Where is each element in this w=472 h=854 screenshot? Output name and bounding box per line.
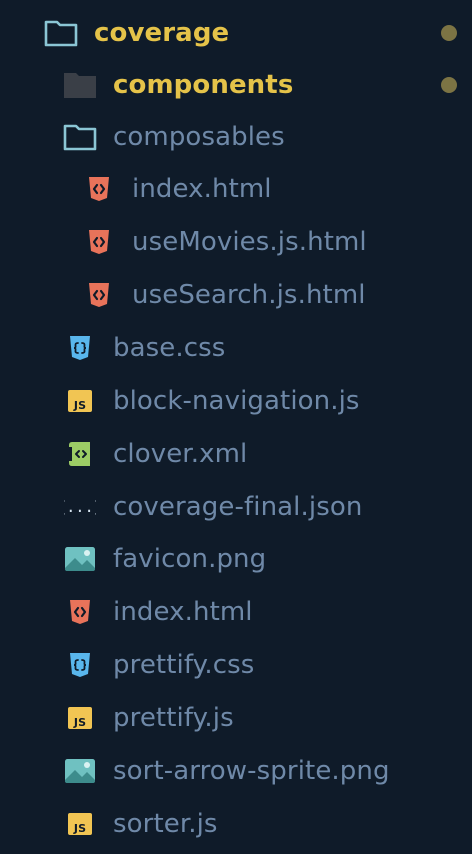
css-file-icon [63,331,97,365]
tree-item-label: coverage [94,18,230,48]
html-file-icon [82,225,116,259]
tree-item-file[interactable]: clover.xml [0,428,472,480]
html-file-icon [82,278,116,312]
tree-item-label: base.css [113,333,226,363]
tree-item-label: index.html [132,174,272,204]
xml-file-icon [63,437,97,471]
tree-item-label: prettify.css [113,650,255,680]
tree-item-label: block-navigation.js [113,386,360,416]
tree-item-label: favicon.png [113,544,267,574]
svg-text:{...}: {...} [64,498,96,516]
folder-closed-icon [63,68,97,102]
folder-open-icon [63,120,97,154]
modified-dot-indicator [441,77,457,93]
tree-item-file[interactable]: index.html [0,163,472,215]
tree-item-label: sorter.js [113,809,218,839]
tree-item-label: coverage-final.json [113,492,363,522]
json-file-icon: {...} [63,490,97,524]
tree-item-file[interactable]: sort-arrow-sprite.png [0,745,472,797]
tree-item-file[interactable]: JS block-navigation.js [0,375,472,427]
tree-item-file[interactable]: favicon.png [0,533,472,585]
svg-text:JS: JS [73,822,86,835]
tree-item-file[interactable]: JS prettify.js [0,692,472,744]
image-file-icon [63,754,97,788]
svg-text:JS: JS [73,399,86,412]
tree-item-components-folder[interactable]: components [0,59,472,111]
tree-item-label: index.html [113,597,253,627]
tree-item-label: clover.xml [113,439,248,469]
tree-item-label: useMovies.js.html [132,227,367,257]
css-file-icon [63,648,97,682]
html-file-icon [63,595,97,629]
svg-text:JS: JS [73,716,86,729]
tree-item-file[interactable]: {...} coverage-final.json [0,481,472,533]
tree-item-file[interactable]: useMovies.js.html [0,216,472,268]
image-file-icon [63,542,97,576]
tree-item-label: sort-arrow-sprite.png [113,756,390,786]
folder-open-icon [44,16,78,50]
tree-item-file[interactable]: prettify.css [0,639,472,691]
tree-item-file[interactable]: JS sorter.js [0,798,472,850]
tree-item-label: components [113,70,294,100]
tree-item-composables-folder[interactable]: composables [0,111,472,163]
js-file-icon: JS [63,701,97,735]
tree-item-file[interactable]: index.html [0,586,472,638]
js-file-icon: JS [63,384,97,418]
tree-item-coverage-folder[interactable]: coverage [0,7,472,59]
tree-item-label: useSearch.js.html [132,280,366,310]
tree-item-file[interactable]: base.css [0,322,472,374]
tree-item-label: composables [113,122,285,152]
html-file-icon [82,172,116,206]
file-explorer-tree: coverage components composables index.ht… [0,0,472,854]
tree-item-label: prettify.js [113,703,234,733]
js-file-icon: JS [63,807,97,841]
tree-item-file[interactable]: useSearch.js.html [0,269,472,321]
modified-dot-indicator [441,25,457,41]
